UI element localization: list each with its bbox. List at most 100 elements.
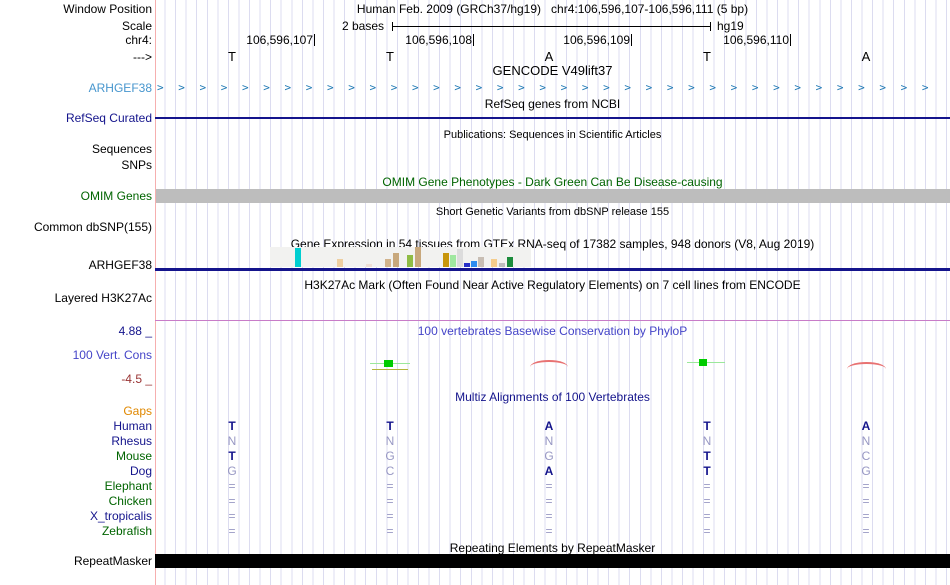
publications-track-title[interactable]: Publications: Sequences in Scientific Ar… bbox=[155, 128, 950, 142]
assembly-label: hg19 bbox=[717, 19, 744, 33]
dbsnp-track-label[interactable]: Common dbSNP(155) bbox=[34, 220, 152, 234]
gtex-tissue-bar[interactable] bbox=[407, 255, 413, 267]
gtex-tissue-bar[interactable] bbox=[337, 259, 343, 267]
h3k27ac-baseline[interactable] bbox=[155, 320, 950, 321]
genome-browser-image: Window Position Human Feb. 2009 (GRCh37/… bbox=[0, 0, 950, 585]
reference-base: A bbox=[544, 49, 554, 64]
gtex-item-label[interactable]: ARHGEF38 bbox=[89, 258, 152, 272]
gtex-tissue-bar[interactable] bbox=[295, 248, 301, 267]
phylop-secondary-line[interactable] bbox=[372, 369, 408, 370]
multiz-base: = bbox=[862, 494, 870, 508]
h3k27ac-track-label[interactable]: Layered H3K27Ac bbox=[55, 291, 152, 305]
phylop-positive-peak[interactable] bbox=[699, 359, 707, 366]
gtex-tissue-bar[interactable] bbox=[366, 264, 372, 267]
gtex-tissue-bar[interactable] bbox=[450, 255, 456, 267]
gtex-tissue-bar[interactable] bbox=[507, 257, 513, 267]
multiz-species-label-x_tropicalis[interactable]: X_tropicalis bbox=[90, 509, 152, 523]
phylop-min-score: -4.5 _ bbox=[121, 372, 152, 386]
reference-base: T bbox=[703, 49, 711, 64]
multiz-base: = bbox=[703, 509, 711, 523]
multiz-species-label-elephant[interactable]: Elephant bbox=[105, 479, 152, 493]
multiz-base: T bbox=[386, 419, 394, 433]
ruler-position-label: 106,596,107 bbox=[246, 33, 315, 47]
phylop-max-score: 4.88 _ bbox=[118, 324, 152, 338]
phylop-track-label[interactable]: 100 Vert. Cons bbox=[73, 348, 152, 362]
ruler-position-label: 106,596,110 bbox=[723, 33, 791, 47]
gtex-tissue-bar[interactable] bbox=[471, 261, 477, 267]
omim-track-label[interactable]: OMIM Genes bbox=[81, 189, 152, 203]
phylop-positive-peak[interactable] bbox=[384, 360, 393, 367]
omim-track-title[interactable]: OMIM Gene Phenotypes - Dark Green Can Be… bbox=[155, 175, 950, 189]
gtex-tissue-bar[interactable] bbox=[491, 259, 497, 267]
scale-label: Scale bbox=[121, 19, 152, 33]
phylop-track-title[interactable]: 100 vertebrates Basewise Conservation by… bbox=[155, 324, 950, 338]
multiz-base: = bbox=[228, 494, 236, 508]
multiz-species-label-human[interactable]: Human bbox=[113, 419, 152, 433]
multiz-base: = bbox=[386, 509, 394, 523]
multiz-base: = bbox=[862, 524, 870, 538]
multiz-base: N bbox=[702, 434, 712, 448]
refseq-track-title[interactable]: RefSeq genes from NCBI bbox=[155, 97, 950, 111]
scale-bar bbox=[392, 22, 711, 31]
strand-direction-label: ---> bbox=[133, 50, 152, 64]
multiz-base: = bbox=[228, 509, 236, 523]
multiz-base: T bbox=[703, 419, 711, 433]
reference-base: T bbox=[386, 49, 394, 64]
multiz-gaps-label[interactable]: Gaps bbox=[123, 404, 152, 418]
multiz-species-label-zebrafish[interactable]: Zebrafish bbox=[102, 524, 152, 538]
gtex-tissue-bar[interactable] bbox=[415, 247, 421, 267]
multiz-base: T bbox=[703, 464, 711, 478]
gtex-tissue-bar[interactable] bbox=[499, 263, 505, 267]
repeatmasker-element-bar[interactable] bbox=[155, 554, 950, 568]
multiz-species-label-chicken[interactable]: Chicken bbox=[109, 494, 152, 508]
repeatmasker-track-label[interactable]: RepeatMasker bbox=[74, 554, 152, 568]
refseq-gene-line[interactable] bbox=[155, 117, 950, 119]
ruler-position-label: 106,596,109 bbox=[563, 33, 632, 47]
multiz-base: = bbox=[545, 524, 553, 538]
gtex-tissue-bar[interactable] bbox=[393, 253, 399, 267]
multiz-base: N bbox=[227, 434, 237, 448]
multiz-base: T bbox=[228, 419, 236, 433]
multiz-base: = bbox=[228, 524, 236, 538]
omim-gene-bar[interactable] bbox=[156, 189, 950, 203]
gtex-tissue-bar[interactable] bbox=[478, 257, 484, 267]
gtex-gene-model-line[interactable] bbox=[155, 268, 950, 271]
phylop-negative-dip[interactable] bbox=[530, 360, 568, 367]
gtex-tissue-bar[interactable] bbox=[385, 259, 391, 267]
multiz-base: T bbox=[228, 449, 236, 463]
multiz-base: A bbox=[544, 464, 554, 478]
ruler-tick bbox=[790, 34, 791, 46]
ruler-tick bbox=[631, 34, 632, 46]
gencode-strand-arrows[interactable]: > > > > > > > > > > > > > > > > > > > > … bbox=[157, 81, 950, 95]
gencode-track-title[interactable]: GENCODE V49lift37 bbox=[155, 64, 950, 78]
multiz-species-label-rhesus[interactable]: Rhesus bbox=[111, 434, 152, 448]
gencode-item-label[interactable]: ARHGEF38 bbox=[89, 81, 152, 95]
ruler-tick bbox=[473, 34, 474, 46]
phylop-negative-dip[interactable] bbox=[847, 362, 886, 369]
dbsnp-track-title[interactable]: Short Genetic Variants from dbSNP releas… bbox=[155, 205, 950, 219]
multiz-base: = bbox=[862, 479, 870, 493]
repeatmasker-track-title[interactable]: Repeating Elements by RepeatMasker bbox=[155, 541, 950, 555]
gtex-tissue-bar[interactable] bbox=[464, 263, 470, 267]
refseq-track-label[interactable]: RefSeq Curated bbox=[66, 111, 152, 125]
publications-sequences-label[interactable]: Sequences bbox=[92, 142, 152, 156]
multiz-species-label-dog[interactable]: Dog bbox=[130, 464, 152, 478]
multiz-base: N bbox=[544, 434, 554, 448]
ruler-tick bbox=[314, 34, 315, 46]
gtex-tissue-bar[interactable] bbox=[457, 249, 463, 267]
multiz-track-title[interactable]: Multiz Alignments of 100 Vertebrates bbox=[155, 390, 950, 404]
multiz-base: = bbox=[386, 494, 394, 508]
multiz-base: = bbox=[703, 479, 711, 493]
multiz-base: T bbox=[703, 449, 711, 463]
publications-snps-label[interactable]: SNPs bbox=[121, 158, 152, 172]
multiz-base: = bbox=[545, 509, 553, 523]
h3k27ac-track-title[interactable]: H3K27Ac Mark (Often Found Near Active Re… bbox=[155, 278, 950, 292]
gtex-tissue-bar[interactable] bbox=[443, 253, 449, 267]
multiz-base: = bbox=[862, 509, 870, 523]
scale-value: 2 bases bbox=[341, 19, 384, 33]
multiz-base: A bbox=[544, 419, 554, 433]
multiz-base: G bbox=[544, 449, 554, 463]
multiz-base: = bbox=[386, 524, 394, 538]
multiz-species-label-mouse[interactable]: Mouse bbox=[116, 449, 152, 463]
reference-base: T bbox=[228, 49, 236, 64]
